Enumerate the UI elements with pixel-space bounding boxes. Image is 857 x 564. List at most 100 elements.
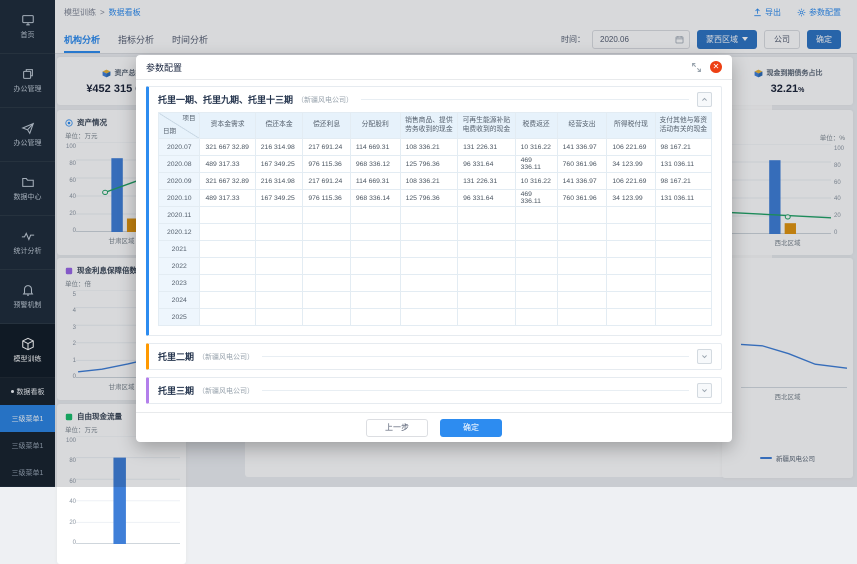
param-cell[interactable]: 10 316.22 bbox=[514, 172, 558, 190]
param-cell[interactable]: 469 336.11 bbox=[514, 155, 558, 173]
param-cell[interactable] bbox=[556, 206, 608, 224]
param-cell[interactable]: 34 123.99 bbox=[606, 189, 656, 207]
param-cell[interactable] bbox=[606, 308, 656, 326]
previous-step-button[interactable]: 上一步 bbox=[366, 418, 428, 437]
param-cell[interactable]: 141 336.97 bbox=[556, 138, 608, 156]
param-cell[interactable] bbox=[349, 206, 401, 224]
param-cell[interactable] bbox=[349, 308, 401, 326]
param-cell[interactable]: 321 667 32.89 bbox=[199, 172, 256, 190]
param-cell[interactable] bbox=[302, 291, 351, 309]
param-cell[interactable] bbox=[254, 274, 304, 292]
param-cell[interactable] bbox=[349, 240, 401, 258]
param-cell[interactable]: 216 314.98 bbox=[254, 138, 304, 156]
param-cell[interactable]: 131 226.31 bbox=[457, 172, 516, 190]
param-cell[interactable] bbox=[199, 223, 256, 241]
param-cell[interactable]: 976 115.36 bbox=[302, 155, 351, 173]
param-cell[interactable] bbox=[302, 308, 351, 326]
param-cell[interactable] bbox=[349, 223, 401, 241]
param-cell[interactable]: 167 349.25 bbox=[254, 155, 304, 173]
param-cell[interactable]: 167 349.25 bbox=[254, 189, 304, 207]
param-cell[interactable]: 125 796.36 bbox=[399, 189, 459, 207]
param-cell[interactable] bbox=[399, 257, 459, 275]
param-cell[interactable] bbox=[254, 240, 304, 258]
param-cell[interactable] bbox=[556, 274, 608, 292]
param-cell[interactable] bbox=[399, 240, 459, 258]
param-cell[interactable]: 34 123.99 bbox=[606, 155, 656, 173]
param-cell[interactable] bbox=[254, 223, 304, 241]
section-header[interactable]: 托里二期 （新疆风电公司） bbox=[149, 344, 721, 369]
param-cell[interactable] bbox=[457, 291, 516, 309]
param-cell[interactable] bbox=[399, 291, 459, 309]
param-cell[interactable] bbox=[606, 291, 656, 309]
param-cell[interactable] bbox=[399, 206, 459, 224]
param-cell[interactable] bbox=[514, 308, 558, 326]
param-cell[interactable]: 98 167.21 bbox=[654, 138, 713, 156]
param-cell[interactable] bbox=[457, 274, 516, 292]
param-cell[interactable] bbox=[457, 223, 516, 241]
param-cell[interactable] bbox=[606, 274, 656, 292]
param-cell[interactable] bbox=[254, 291, 304, 309]
maximize-icon[interactable] bbox=[691, 62, 702, 73]
param-cell[interactable]: 108 336.21 bbox=[399, 172, 459, 190]
param-cell[interactable]: 96 331.64 bbox=[457, 155, 516, 173]
param-cell[interactable]: 98 167.21 bbox=[654, 172, 713, 190]
param-cell[interactable] bbox=[199, 257, 256, 275]
param-cell[interactable] bbox=[556, 223, 608, 241]
param-cell[interactable] bbox=[556, 291, 608, 309]
param-cell[interactable] bbox=[556, 308, 608, 326]
param-cell[interactable]: 125 796.36 bbox=[399, 155, 459, 173]
param-cell[interactable] bbox=[199, 206, 256, 224]
param-cell[interactable]: 760 361.96 bbox=[556, 155, 608, 173]
param-cell[interactable] bbox=[254, 206, 304, 224]
param-cell[interactable]: 217 691.24 bbox=[302, 138, 351, 156]
param-cell[interactable] bbox=[349, 291, 401, 309]
param-cell[interactable] bbox=[606, 223, 656, 241]
param-cell[interactable] bbox=[654, 223, 713, 241]
param-cell[interactable] bbox=[302, 274, 351, 292]
param-cell[interactable] bbox=[654, 274, 713, 292]
param-cell[interactable] bbox=[399, 223, 459, 241]
param-cell[interactable] bbox=[199, 291, 256, 309]
param-cell[interactable] bbox=[349, 274, 401, 292]
param-cell[interactable] bbox=[514, 257, 558, 275]
param-cell[interactable] bbox=[254, 308, 304, 326]
param-cell[interactable] bbox=[199, 274, 256, 292]
collapse-button[interactable] bbox=[697, 92, 712, 107]
param-cell[interactable]: 10 316.22 bbox=[514, 138, 558, 156]
param-cell[interactable] bbox=[254, 257, 304, 275]
param-cell[interactable]: 217 691.24 bbox=[302, 172, 351, 190]
param-cell[interactable] bbox=[514, 223, 558, 241]
param-cell[interactable] bbox=[654, 257, 713, 275]
param-cell[interactable] bbox=[514, 291, 558, 309]
section-header[interactable]: 托里三期 （新疆风电公司） bbox=[149, 378, 721, 403]
param-cell[interactable] bbox=[399, 308, 459, 326]
param-cell[interactable] bbox=[654, 206, 713, 224]
param-cell[interactable] bbox=[302, 257, 351, 275]
expand-button[interactable] bbox=[697, 383, 712, 398]
param-cell[interactable]: 114 669.31 bbox=[349, 172, 401, 190]
param-cell[interactable] bbox=[457, 308, 516, 326]
param-cell[interactable] bbox=[514, 206, 558, 224]
param-cell[interactable] bbox=[556, 257, 608, 275]
param-cell[interactable]: 968 336.12 bbox=[349, 155, 401, 173]
param-cell[interactable]: 114 669.31 bbox=[349, 138, 401, 156]
param-cell[interactable]: 96 331.64 bbox=[457, 189, 516, 207]
close-icon[interactable]: ✕ bbox=[710, 61, 722, 73]
param-cell[interactable] bbox=[302, 223, 351, 241]
param-cell[interactable]: 131 226.31 bbox=[457, 138, 516, 156]
param-cell[interactable]: 760 361.96 bbox=[556, 189, 608, 207]
param-cell[interactable]: 321 667 32.89 bbox=[199, 138, 256, 156]
section-header[interactable]: 托里一期、托里九期、托里十三期 （新疆风电公司） bbox=[149, 87, 721, 112]
param-cell[interactable] bbox=[457, 206, 516, 224]
param-cell[interactable]: 106 221.69 bbox=[606, 138, 656, 156]
param-cell[interactable] bbox=[514, 240, 558, 258]
param-cell[interactable] bbox=[457, 257, 516, 275]
modal-confirm-button[interactable]: 确定 bbox=[440, 418, 502, 437]
param-cell[interactable]: 489 317.33 bbox=[199, 189, 256, 207]
param-cell[interactable] bbox=[399, 274, 459, 292]
param-cell[interactable] bbox=[514, 274, 558, 292]
param-cell[interactable] bbox=[199, 308, 256, 326]
expand-button[interactable] bbox=[697, 349, 712, 364]
param-cell[interactable]: 131 036.11 bbox=[654, 189, 713, 207]
param-cell[interactable] bbox=[606, 240, 656, 258]
